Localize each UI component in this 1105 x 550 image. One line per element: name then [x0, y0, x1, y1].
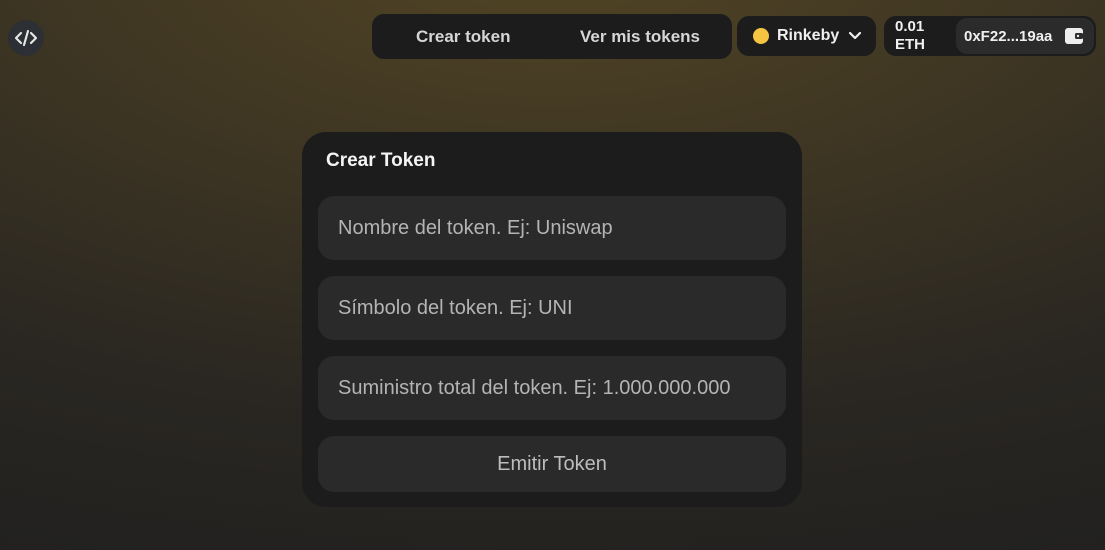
balance-unit: ETH	[895, 36, 925, 53]
token-name-input[interactable]	[318, 196, 786, 260]
network-status-dot	[753, 28, 769, 44]
wallet-panel: 0.01 ETH 0xF22...19aa	[884, 16, 1096, 56]
eth-balance: 0.01 ETH	[895, 18, 925, 54]
token-symbol-input[interactable]	[318, 276, 786, 340]
nav-tab-ver-mis-tokens[interactable]: Ver mis tokens	[580, 27, 700, 47]
main-nav: Crear token Ver mis tokens	[372, 14, 732, 59]
token-supply-input[interactable]	[318, 356, 786, 420]
card-title: Crear Token	[326, 150, 436, 171]
nav-tab-crear-token[interactable]: Crear token	[416, 27, 510, 47]
wallet-address-button[interactable]: 0xF22...19aa	[956, 18, 1094, 54]
wallet-address: 0xF22...19aa	[964, 27, 1053, 45]
network-label: Rinkeby	[777, 27, 840, 44]
code-brackets-icon	[14, 29, 38, 47]
emit-token-button[interactable]: Emitir Token	[318, 436, 786, 492]
wallet-icon	[1064, 27, 1084, 45]
balance-amount: 0.01	[895, 18, 925, 35]
app-logo[interactable]	[8, 20, 44, 56]
network-selector[interactable]: Rinkeby	[737, 16, 876, 56]
create-token-card: Crear Token Emitir Token	[302, 132, 802, 507]
chevron-down-icon	[848, 31, 862, 41]
